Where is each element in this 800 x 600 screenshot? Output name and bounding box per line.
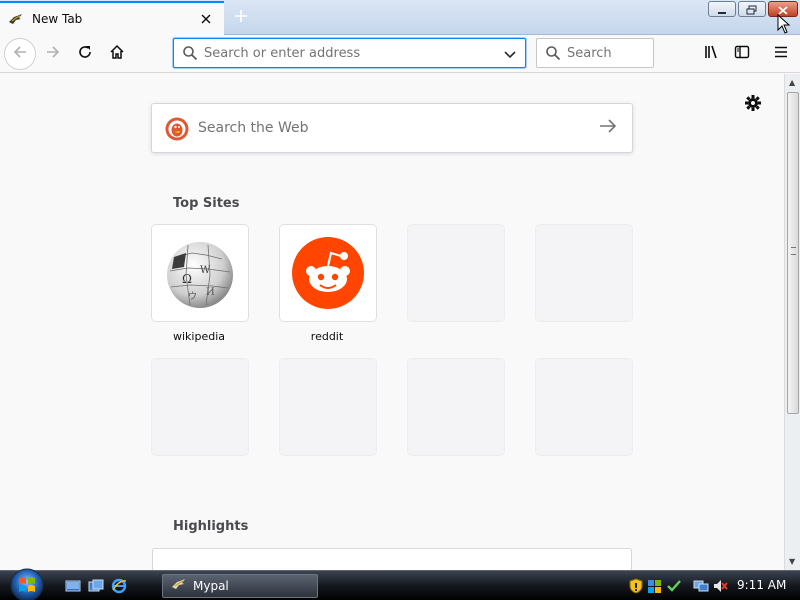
arrow-right-icon: [45, 44, 61, 64]
windows-taskbar: Mypal 9:11 AM: [0, 567, 800, 600]
chevron-down-icon[interactable]: [503, 46, 517, 65]
start-button[interactable]: [7, 567, 47, 600]
search-bar[interactable]: [536, 38, 654, 68]
svg-text:Ω: Ω: [182, 272, 192, 286]
windows-update-icon[interactable]: [647, 578, 663, 594]
menu-button[interactable]: [766, 39, 796, 69]
home-icon: [109, 44, 125, 64]
forward-button[interactable]: [38, 39, 68, 69]
svg-text:ウ: ウ: [188, 291, 197, 302]
minimize-icon: [717, 0, 727, 19]
mypal-app-icon: [171, 576, 187, 596]
url-bar[interactable]: [173, 38, 526, 68]
reddit-logo-icon: [290, 235, 366, 311]
new-tab-page: Top Sites: [0, 74, 784, 570]
reload-button[interactable]: [70, 39, 100, 69]
arrow-left-icon: [12, 44, 28, 64]
restore-button[interactable]: [738, 1, 766, 17]
top-site-placeholder: [408, 225, 504, 321]
top-site-placeholder: [536, 225, 632, 321]
url-input[interactable]: [204, 39, 494, 67]
top-site-placeholder: [280, 359, 376, 455]
sidebar-button[interactable]: [727, 39, 757, 69]
top-site-placeholder: [408, 359, 504, 455]
top-site-placeholder: [536, 359, 632, 455]
mouse-cursor-icon: [777, 13, 791, 38]
restore-icon: [746, 0, 758, 19]
system-tray: [628, 571, 731, 600]
back-button[interactable]: [4, 38, 36, 70]
check-icon[interactable]: [666, 578, 682, 594]
highlights-heading: Highlights: [173, 519, 249, 534]
security-shield-icon[interactable]: [628, 578, 644, 594]
scroll-thumb[interactable]: [787, 92, 799, 414]
home-button[interactable]: [102, 39, 132, 69]
gear-icon: [744, 94, 762, 116]
hamburger-menu-icon: [773, 44, 789, 64]
switch-windows-icon[interactable]: [88, 578, 104, 594]
close-icon[interactable]: [194, 7, 218, 31]
top-sites-heading: Top Sites: [173, 196, 240, 211]
customize-button[interactable]: [742, 94, 764, 116]
plus-icon: [234, 8, 248, 27]
internet-explorer-icon[interactable]: [111, 578, 127, 594]
taskbar-button-mypal[interactable]: Mypal: [162, 574, 318, 598]
minimize-button[interactable]: [708, 1, 736, 17]
search-icon: [545, 45, 561, 65]
svg-text:И: И: [206, 287, 215, 298]
web-search-box[interactable]: [151, 103, 633, 153]
mypal-favicon-icon: [8, 11, 24, 27]
top-site-tile-wikipedia[interactable]: Ω W И ウ: [152, 225, 248, 321]
system-clock[interactable]: 9:11 AM: [737, 578, 786, 592]
top-site-label[interactable]: wikipedia: [151, 330, 247, 343]
library-button[interactable]: [696, 39, 726, 69]
tab-new-tab[interactable]: New Tab: [0, 1, 224, 35]
volume-muted-icon[interactable]: [712, 578, 728, 594]
library-icon: [703, 44, 719, 64]
navigation-toolbar: [0, 35, 800, 73]
arrow-right-icon: [599, 118, 617, 138]
duckduckgo-logo-icon: [165, 117, 189, 141]
svg-text:W: W: [200, 265, 211, 276]
vertical-scrollbar[interactable]: ▲ ▼: [784, 74, 800, 570]
tab-title: New Tab: [32, 12, 83, 26]
reload-icon: [77, 44, 93, 64]
wikipedia-globe-icon: Ω W И ウ: [162, 235, 238, 311]
show-desktop-icon[interactable]: [65, 578, 81, 594]
top-site-label[interactable]: reddit: [279, 330, 375, 343]
network-icon[interactable]: [693, 578, 709, 594]
top-site-placeholder: [152, 359, 248, 455]
highlight-card[interactable]: [152, 548, 632, 570]
sidebar-icon: [734, 44, 750, 64]
search-icon: [182, 45, 198, 65]
top-site-tile-reddit[interactable]: [280, 225, 376, 321]
scroll-down-icon[interactable]: ▼: [789, 557, 795, 566]
search-input[interactable]: [567, 39, 651, 67]
scroll-up-icon[interactable]: ▲: [789, 78, 795, 87]
grip-icon: [791, 247, 796, 255]
tab-strip: New Tab: [0, 0, 800, 35]
search-submit-button[interactable]: [596, 116, 620, 140]
new-tab-button[interactable]: [228, 4, 254, 30]
taskbar-button-label: Mypal: [193, 579, 229, 593]
web-search-input[interactable]: [198, 104, 578, 152]
